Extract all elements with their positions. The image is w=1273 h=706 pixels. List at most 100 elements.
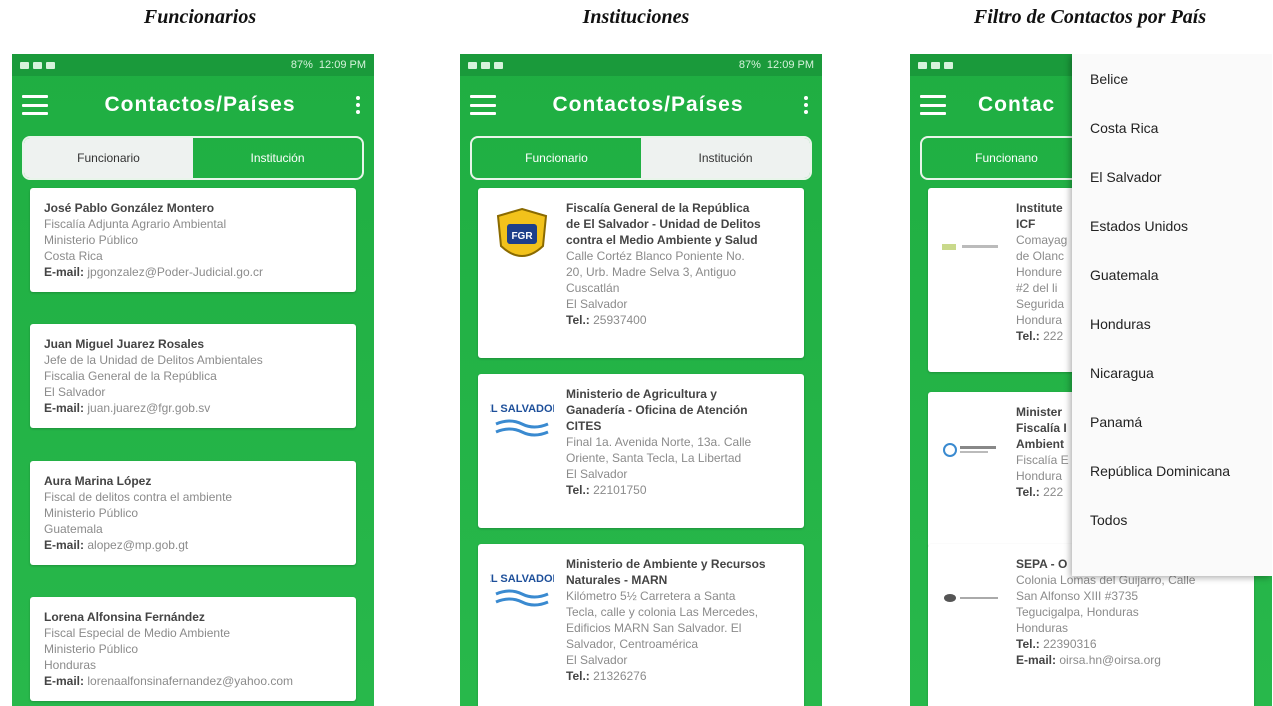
overflow-menu-icon[interactable] — [352, 96, 364, 114]
tel-label: Tel.: — [566, 483, 590, 497]
contact-card[interactable]: José Pablo González Montero Fiscalía Adj… — [30, 188, 356, 292]
tab-funcionario[interactable]: Funcionano — [922, 138, 1091, 178]
country-option-belice[interactable]: Belice — [1072, 54, 1272, 103]
institution-tel[interactable]: 22101750 — [593, 483, 646, 497]
institution-address: 20, Urb. Madre Selva 3, Antiguo — [566, 265, 737, 279]
institution-tel[interactable]: 25937400 — [593, 313, 646, 327]
institution-address: de Olanc — [1016, 249, 1065, 263]
country-filter-menu: Belice Costa Rica El Salvador Estados Un… — [1072, 54, 1272, 576]
institution-name: Ganadería - Oficina de Atención — [566, 403, 748, 417]
tab-institucion[interactable]: Institución — [193, 138, 362, 178]
contact-country: Honduras — [44, 658, 97, 672]
institution-name: CITES — [566, 419, 602, 433]
country-option-estados-unidos[interactable]: Estados Unidos — [1072, 201, 1272, 250]
tab-funcionario[interactable]: Funcionario — [472, 138, 641, 178]
logo-text: FGR — [511, 231, 533, 242]
notification-icon — [944, 61, 953, 69]
institution-address: San Alfonso XIII #3735 — [1016, 589, 1139, 603]
institution-address: Final 1a. Avenida Norte, 13a. Calle — [566, 435, 752, 449]
menu-icon[interactable] — [920, 95, 946, 115]
contact-email[interactable]: jpgonzalez@Poder-Judicial.go.cr — [87, 265, 263, 279]
country-option-el-salvador[interactable]: El Salvador — [1072, 152, 1272, 201]
institution-address: Salvador, Centroamérica — [566, 637, 699, 651]
tel-label: Tel.: — [1016, 637, 1040, 651]
institution-country: El Salvador — [566, 467, 628, 481]
institution-tel[interactable]: 222 — [1043, 329, 1063, 343]
institution-name: Ministerio de Ambiente y Recursos — [566, 557, 766, 571]
email-label: E-mail: — [1016, 653, 1057, 667]
country-option-costa-rica[interactable]: Costa Rica — [1072, 103, 1272, 152]
institution-address: Tegucigalpa, Honduras — [1016, 605, 1139, 619]
el-salvador-logo-icon: EL SALVADOR — [488, 556, 556, 706]
email-label: E-mail: — [44, 538, 85, 552]
institution-name: Naturales - MARN — [566, 573, 668, 587]
menu-icon[interactable] — [470, 95, 496, 115]
email-label: E-mail: — [44, 265, 85, 279]
notification-icon — [20, 61, 29, 69]
contact-name: Juan Miguel Juarez Rosales — [44, 337, 205, 351]
institution-address: Oriente, Santa Tecla, La Libertad — [566, 451, 742, 465]
institution-address: Calle Cortéz Blanco Poniente No. — [566, 249, 745, 263]
country-option-todos[interactable]: Todos — [1072, 495, 1272, 544]
ministerio-publico-logo-icon — [938, 404, 1006, 536]
country-option-panama[interactable]: Panamá — [1072, 397, 1272, 446]
contact-name: Aura Marina López — [44, 474, 152, 488]
tel-label: Tel.: — [1016, 485, 1040, 499]
institution-email[interactable]: oirsa.hn@oirsa.org — [1059, 653, 1161, 667]
overflow-menu-icon[interactable] — [800, 96, 812, 114]
contact-country: El Salvador — [44, 385, 106, 399]
country-option-nicaragua[interactable]: Nicaragua — [1072, 348, 1272, 397]
institution-name: Ambient — [1016, 437, 1064, 451]
contact-country: Costa Rica — [44, 249, 103, 263]
status-bar: 87% 12:09 PM — [460, 54, 822, 76]
institution-address: Hondure — [1016, 265, 1063, 279]
contact-card[interactable]: Juan Miguel Juarez Rosales Jefe de la Un… — [30, 324, 356, 428]
institution-tel[interactable]: 22390316 — [1043, 637, 1096, 651]
institution-tel[interactable]: 222 — [1043, 485, 1063, 499]
phone-instituciones: 87% 12:09 PM Contactos/Países Funcionario… — [460, 54, 822, 706]
contact-card[interactable]: Aura Marina López Fiscal de delitos cont… — [30, 461, 356, 565]
country-option-republica-dominicana[interactable]: República Dominicana — [1072, 446, 1272, 495]
oirsa-logo-icon — [938, 556, 1006, 706]
institution-address: Segurida — [1016, 297, 1065, 311]
institution-country: Hondura — [1016, 313, 1063, 327]
contact-role: Fiscal Especial de Medio Ambiente — [44, 626, 231, 640]
menu-icon[interactable] — [22, 95, 48, 115]
notification-icon — [468, 61, 477, 69]
notification-icon — [481, 61, 490, 69]
tab-switcher: Funcionario Institución — [22, 136, 364, 180]
email-label: E-mail: — [44, 674, 85, 688]
logo-text: EL SALVADOR — [490, 573, 554, 585]
tel-label: Tel.: — [566, 669, 590, 683]
status-bar: 87% 12:09 PM — [12, 54, 374, 76]
contact-country: Guatemala — [44, 522, 103, 536]
notification-icon — [33, 61, 42, 69]
contact-email[interactable]: alopez@mp.gob.gt — [87, 538, 188, 552]
caption-instituciones: Instituciones — [582, 6, 690, 28]
institution-card[interactable]: EL SALVADOR Ministerio de Ambiente y Rec… — [478, 544, 804, 706]
country-option-guatemala[interactable]: Guatemala — [1072, 250, 1272, 299]
contact-org: Ministerio Público — [44, 642, 139, 656]
institution-address: Fiscalía E — [1016, 453, 1069, 467]
caption-filtro: Filtro de Contactos por País — [973, 6, 1207, 28]
el-salvador-logo-icon: EL SALVADOR — [488, 386, 556, 516]
institution-address: Kilómetro 5½ Carretera a Santa — [566, 589, 736, 603]
battery-level: 87% — [738, 59, 761, 71]
institution-country: El Salvador — [566, 297, 628, 311]
institution-address: Tecla, calle y colonia Las Mercedes, — [566, 605, 759, 619]
institution-country: Honduras — [1016, 621, 1069, 635]
contact-email[interactable]: juan.juarez@fgr.gob.sv — [87, 401, 210, 415]
institution-card[interactable]: EL SALVADOR Ministerio de Agricultura y … — [478, 374, 804, 528]
institution-name: de El Salvador - Unidad de Delitos — [566, 217, 761, 231]
icf-logo-icon — [938, 200, 1006, 360]
notification-icon — [931, 61, 940, 69]
institution-tel[interactable]: 21326276 — [593, 669, 646, 683]
contact-email[interactable]: lorenaalfonsinafernandez@yahoo.com — [87, 674, 293, 688]
institution-name: Institute — [1016, 201, 1063, 215]
tab-institucion[interactable]: Institución — [641, 138, 810, 178]
institution-card[interactable]: FGR Fiscalía General de la República de … — [478, 188, 804, 358]
contact-card[interactable]: Lorena Alfonsina Fernández Fiscal Especi… — [30, 597, 356, 701]
country-option-honduras[interactable]: Honduras — [1072, 299, 1272, 348]
tab-funcionario[interactable]: Funcionario — [24, 138, 193, 178]
phone-funcionarios: 87% 12:09 PM Contactos/Países Funcionario… — [12, 54, 374, 706]
